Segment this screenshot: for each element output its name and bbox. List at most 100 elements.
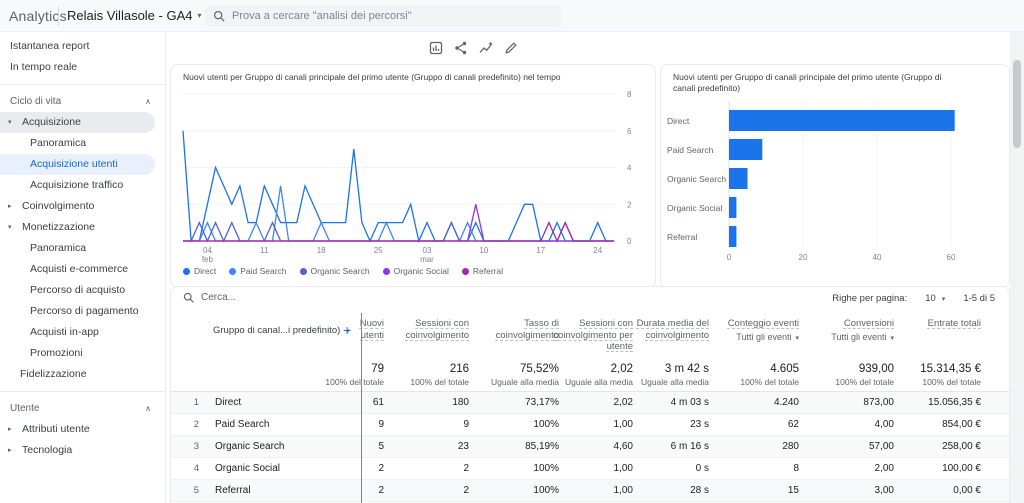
share-icon[interactable] xyxy=(453,40,469,56)
cell-engagement_rate: 100% xyxy=(533,419,559,430)
table-search[interactable] xyxy=(183,292,321,303)
sidebar-item-label: Acquisizione utenti xyxy=(30,158,118,170)
bar-category-label: Referral xyxy=(667,232,697,242)
sidebar-item-promozioni[interactable]: Promozioni xyxy=(0,343,165,364)
table-row-organic-search: 3Organic Search52385,19%4,606 m 16 s2805… xyxy=(171,436,1009,458)
cell-event_count: 8 xyxy=(793,463,799,474)
legend-item-organic-search[interactable]: Organic Search xyxy=(300,266,370,276)
cell-engaged_per_user: 4,60 xyxy=(614,441,633,452)
cell-event_count: 15 xyxy=(788,485,799,496)
property-selector[interactable]: Relais Villasole - GA4 ▾ xyxy=(67,8,202,23)
legend-item-paid-search[interactable]: Paid Search xyxy=(229,266,286,276)
sidebar-item-monetizzazione[interactable]: ▾Monetizzazione xyxy=(0,217,165,238)
legend-item-organic-social[interactable]: Organic Social xyxy=(383,266,449,276)
sidebar-item-acquisizione-utenti[interactable]: Acquisizione utenti xyxy=(0,154,155,175)
total-value: 939,00 xyxy=(835,363,894,375)
cell-conversions: 3,00 xyxy=(875,485,894,496)
bar-direct xyxy=(729,110,955,131)
column-header-sessioni-con-coinvolgimento-per-utente[interactable]: Sessioni con coinvolgimento per utente xyxy=(553,318,633,353)
global-search-input[interactable] xyxy=(232,10,553,22)
scrollbar-thumb[interactable] xyxy=(1013,60,1021,148)
global-search[interactable] xyxy=(205,5,561,27)
bar-chart-title: Nuovi utenti per Gruppo di canali princi… xyxy=(661,65,961,94)
cell-event_count: 4.240 xyxy=(774,397,799,408)
sidebar-item-panoramica[interactable]: Panoramica xyxy=(0,133,165,154)
total-entrate-totali: 15.314,35 €100% del totale xyxy=(920,363,981,387)
sidebar-item-label: Istantanea report xyxy=(10,40,89,52)
sidebar-item-acquisti-e-commerce[interactable]: Acquisti e-commerce xyxy=(0,259,165,280)
table-row-organic-social: 4Organic Social22100%1,000 s82,00100,00 … xyxy=(171,458,1009,480)
sidebar-item-coinvolgimento[interactable]: ▸Coinvolgimento xyxy=(0,196,165,217)
column-header-sessioni-con-coinvolgimento[interactable]: Sessioni con coinvolgimento xyxy=(384,318,469,341)
edit-icon[interactable] xyxy=(503,40,519,56)
column-header-nuovi-utenti[interactable]: Nuovi utenti xyxy=(336,318,384,341)
sidebar-item-label: Acquisizione xyxy=(22,116,81,128)
total-subtext: 100% del totale xyxy=(835,377,894,387)
line-chart: 0246804feb11182503mar101724 xyxy=(171,85,657,265)
dimension-label: Gruppo di canal...i predefinito) xyxy=(213,325,340,336)
sidebar-item-acquisizione-traffico[interactable]: Acquisizione traffico xyxy=(0,175,165,196)
sidebar-item-tecnologia[interactable]: ▸Tecnologia xyxy=(0,440,165,461)
sidebar-item-acquisizione[interactable]: ▾Acquisizione xyxy=(0,112,155,133)
bar-chart: 0204060DirectPaid SearchOrganic SearchOr… xyxy=(661,97,1009,267)
sidebar-item-percorso-di-pagamento[interactable]: Percorso di pagamento xyxy=(0,301,165,322)
sidebar-item-istantanea-report[interactable]: Istantanea report xyxy=(0,36,165,57)
sidebar-section-utente[interactable]: Utente∧ xyxy=(0,398,165,419)
legend-item-direct[interactable]: Direct xyxy=(183,266,216,276)
sidebar-section-ciclo-di-vita[interactable]: Ciclo di vita∧ xyxy=(0,91,165,112)
legend-item-referral[interactable]: Referral xyxy=(462,266,503,276)
channel-name: Organic Search xyxy=(215,441,284,452)
bar-chart-card: Nuovi utenti per Gruppo di canali princi… xyxy=(660,64,1010,288)
total-value: 2,02 xyxy=(565,363,633,375)
scrollbar[interactable] xyxy=(1010,32,1024,503)
x-axis-label: 11 xyxy=(260,246,269,255)
y-axis-label: 8 xyxy=(627,90,632,99)
x-axis-label: 17 xyxy=(536,246,545,255)
x-axis-sublabel: mar xyxy=(420,255,434,264)
cell-new_users: 2 xyxy=(378,463,384,474)
ga4-app: Analytics Relais Villasole - GA4 ▾ Istan… xyxy=(0,0,1024,503)
column-header-tasso-di-coinvolgimento[interactable]: Tasso di coinvolgimento xyxy=(474,318,559,341)
sidebar-item-fidelizzazione[interactable]: Fidelizzazione xyxy=(0,364,165,385)
property-name: Relais Villasole - GA4 xyxy=(67,8,192,23)
row-number: 2 xyxy=(187,419,199,430)
sidebar-item-attributi-utente[interactable]: ▸Attributi utente xyxy=(0,419,165,440)
cell-conversions: 873,00 xyxy=(863,397,894,408)
cell-engagement_rate: 100% xyxy=(533,463,559,474)
sidebar-item-label: Acquisizione traffico xyxy=(30,179,123,191)
cell-engaged_per_user: 1,00 xyxy=(614,485,633,496)
sidebar-item-label: Tecnologia xyxy=(22,444,72,456)
insights-icon[interactable] xyxy=(478,40,494,56)
sidebar-item-in-tempo-reale[interactable]: In tempo reale xyxy=(0,57,165,78)
sidebar-item-panoramica[interactable]: Panoramica xyxy=(0,238,165,259)
x-axis-sublabel: feb xyxy=(202,255,214,264)
line-series-organic-search xyxy=(183,223,614,241)
total-sessioni-con-coinvolgimento-per-utente: 2,02Uguale alla media xyxy=(565,363,633,387)
table-row-paid-search: 2Paid Search99100%1,0023 s624,00854,00 € xyxy=(171,414,1009,436)
rows-per-page-select[interactable]: 10 ▾ xyxy=(925,293,945,304)
cell-engaged_sessions: 9 xyxy=(463,419,469,430)
channel-name: Direct xyxy=(215,397,241,408)
sidebar-item-label: Attributi utente xyxy=(22,423,90,435)
cell-conversions: 57,00 xyxy=(869,441,894,452)
nav-drawer: Istantanea report In tempo reale Ciclo di … xyxy=(0,32,166,503)
table-search-input[interactable] xyxy=(201,292,321,303)
x-axis-label: 20 xyxy=(799,253,808,262)
column-header-entrate-totali[interactable]: Entrate totali xyxy=(919,318,981,330)
customize-report-icon[interactable] xyxy=(428,40,444,56)
chevron-down-icon: ▾ xyxy=(942,295,946,303)
column-label: Nuovi utenti xyxy=(360,318,384,341)
total-subtext: 100% del totale xyxy=(410,377,469,387)
column-header-conversioni[interactable]: ConversioniTutti gli eventi▾ xyxy=(782,318,894,344)
dimension-selector[interactable]: Gruppo di canal...i predefinito) ▾ xyxy=(213,325,350,336)
sidebar-item-percorso-di-acquisto[interactable]: Percorso di acquisto xyxy=(0,280,165,301)
channel-name: Referral xyxy=(215,485,251,496)
bar-category-label: Direct xyxy=(667,116,690,126)
sidebar-item-acquisti-in-app[interactable]: Acquisti in-app xyxy=(0,322,165,343)
column-filter[interactable]: Tutti gli eventi▾ xyxy=(782,332,894,345)
sidebar-item-label: Panoramica xyxy=(30,137,86,149)
x-axis-label: 10 xyxy=(479,246,488,255)
column-label: Tasso di coinvolgimento xyxy=(496,318,559,341)
cell-conversions: 4,00 xyxy=(875,419,894,430)
cell-engaged_per_user: 2,02 xyxy=(614,397,633,408)
